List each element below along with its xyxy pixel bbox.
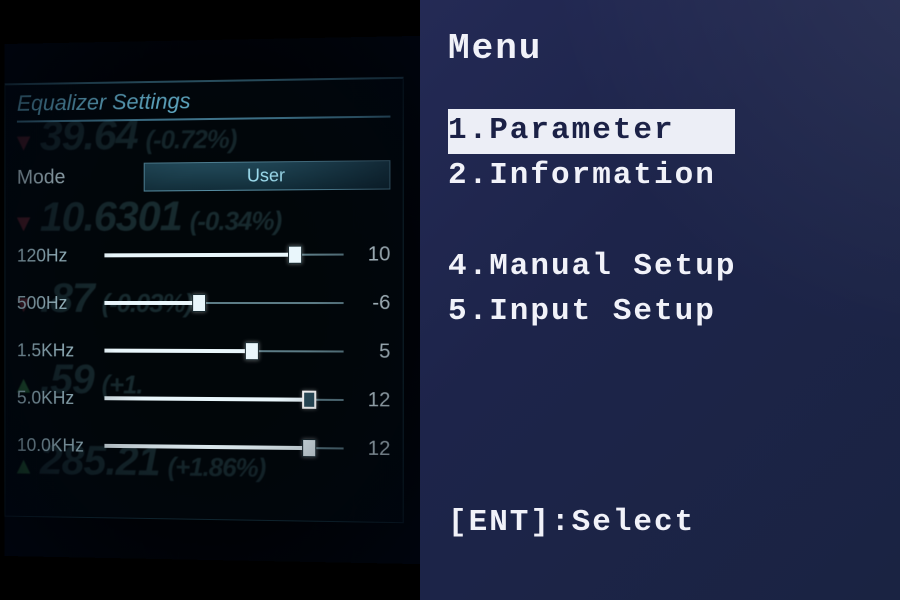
eq-band-row[interactable]: 10.0KHz 12 — [17, 421, 391, 473]
eq-band-value: 10 — [344, 243, 391, 266]
menu-list: 1.Parameter2.Information 4.Manual Setup5.… — [448, 109, 880, 335]
equalizer-title: Equalizer Settings — [17, 85, 391, 122]
eq-band-row[interactable]: 5.0KHz 12 — [17, 374, 391, 425]
eq-band-value: 12 — [344, 388, 391, 412]
eq-band-row[interactable]: 120Hz 10 — [17, 230, 391, 279]
equalizer-screen: ▼39.64(-0.72%)▼10.6301(-0.34%)▼.87(-0.03… — [0, 0, 420, 600]
slider-thumb[interactable] — [303, 391, 317, 409]
menu-item-input-setup[interactable]: 5.Input Setup — [448, 290, 880, 335]
menu-gap — [448, 199, 880, 245]
slider-thumb[interactable] — [303, 439, 317, 457]
eq-band-row[interactable]: 1.5KHz 5 — [17, 327, 391, 376]
slider-fill — [104, 444, 309, 450]
receiver-menu-screen: Menu 1.Parameter2.Information 4.Manual Se… — [420, 0, 900, 600]
eq-band-label: 500Hz — [17, 293, 105, 314]
slider-thumb[interactable] — [288, 246, 302, 264]
eq-band-label: 1.5KHz — [17, 340, 105, 361]
slider-fill — [104, 253, 295, 258]
slider-fill — [104, 301, 199, 305]
menu-heading: Menu — [448, 28, 880, 69]
eq-slider[interactable] — [104, 293, 343, 313]
eq-band-row[interactable]: 500Hz -6 — [17, 279, 391, 328]
menu-item-manual-setup[interactable]: 4.Manual Setup — [448, 245, 880, 290]
eq-band-label: 10.0KHz — [17, 435, 105, 457]
eq-band-value: -6 — [344, 291, 391, 314]
mode-row[interactable]: Mode User — [17, 160, 391, 192]
eq-band-value: 5 — [344, 340, 391, 363]
tv-viewport: ▼39.64(-0.72%)▼10.6301(-0.34%)▼.87(-0.03… — [4, 36, 420, 564]
eq-slider[interactable] — [104, 244, 343, 265]
eq-slider[interactable] — [104, 436, 343, 459]
enter-hint: [ENT]:Select — [448, 505, 695, 540]
slider-thumb[interactable] — [192, 294, 206, 312]
menu-item-information[interactable]: 2.Information — [448, 154, 880, 199]
slider-fill — [104, 349, 251, 354]
mode-value-selector[interactable]: User — [144, 160, 391, 191]
eq-band-label: 120Hz — [17, 245, 105, 266]
eq-slider[interactable] — [104, 388, 343, 410]
eq-band-value: 12 — [344, 437, 391, 461]
mode-label: Mode — [17, 166, 144, 190]
eq-bands: 120Hz 10 500Hz -6 1.5KHz 5 5.0KHz 12 10.0KHz 12 — [17, 230, 391, 473]
slider-fill — [104, 396, 309, 402]
eq-slider[interactable] — [104, 341, 343, 362]
slider-thumb[interactable] — [245, 342, 259, 360]
menu-item-parameter[interactable]: 1.Parameter — [448, 109, 735, 154]
equalizer-panel: Equalizer Settings Mode User 120Hz 10 500H… — [4, 77, 403, 523]
eq-band-label: 5.0KHz — [17, 387, 105, 408]
